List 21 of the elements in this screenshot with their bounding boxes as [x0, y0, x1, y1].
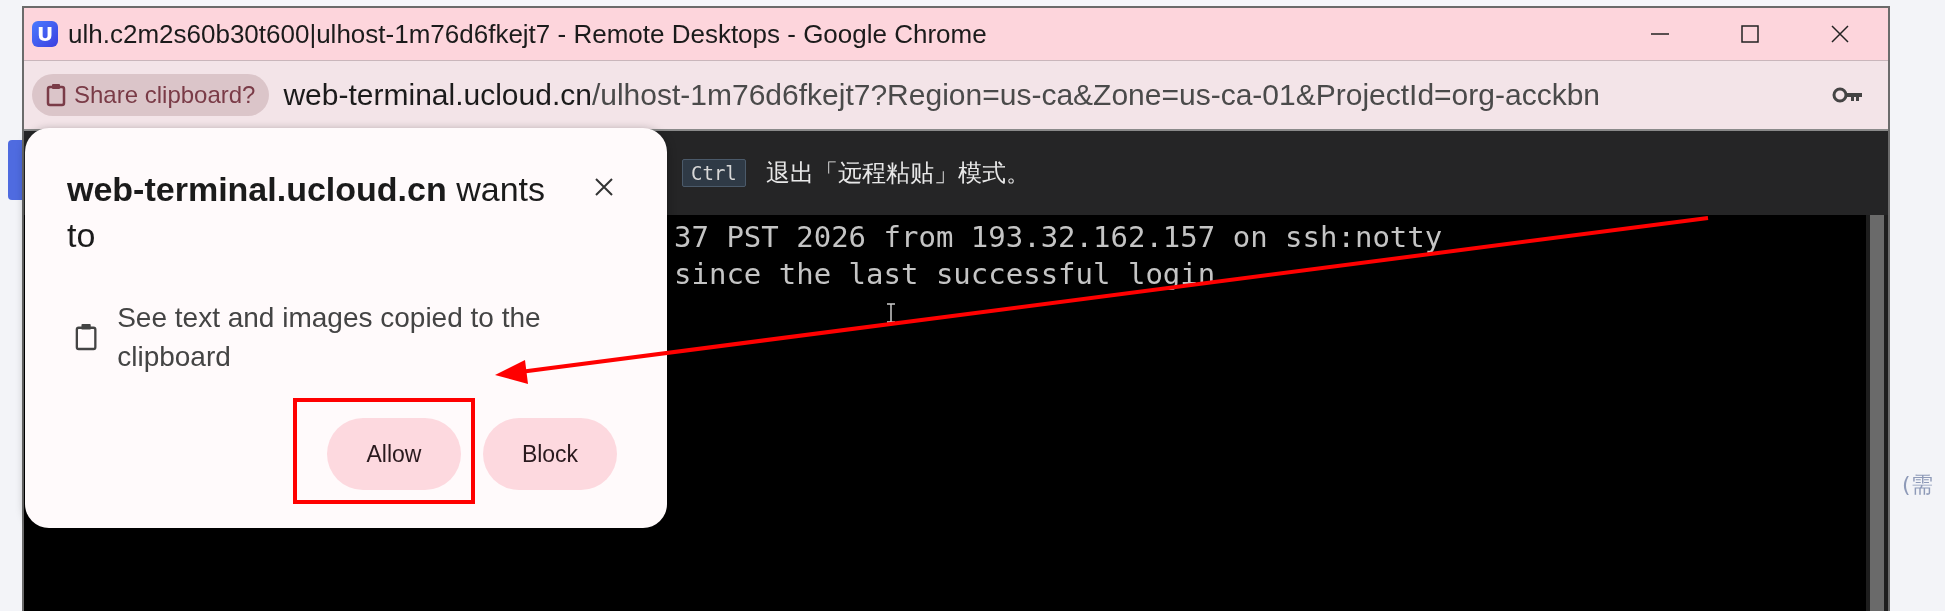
window-title: ulh.c2m2s60b30t600|ulhost-1m76d6fkejt7 - Remote Desktops - Google Chrome [68, 18, 988, 50]
clipboard-icon [46, 83, 66, 107]
url-text[interactable]: web-terminal.ucloud.cn/ulhost-1m76d6fkejt7?Region=us-ca&Zone=us-ca-01&ProjectId=org-acckbn [283, 78, 1818, 112]
terminal-line: 37 PST 2026 from 193.32.162.157 on ssh:notty [674, 219, 1444, 256]
ctrl-key: Ctrl [682, 159, 746, 187]
background-text: (需 [1901, 471, 1934, 499]
maximize-icon [1740, 24, 1760, 44]
app-icon: U [32, 21, 58, 47]
text-cursor-icon [886, 303, 896, 323]
popup-button[interactable]: Allow [327, 418, 461, 490]
permission-text: See text and images copied to the clipboard [117, 301, 542, 374]
scrollbar-thumb[interactable] [1870, 215, 1884, 611]
clipboard-icon [75, 322, 98, 352]
key-icon[interactable] [1832, 86, 1864, 104]
popup-title: web-terminal.ucloud.cn wants to [67, 169, 546, 256]
paste-mode-hint: 退出「远程粘贴」模式。 [765, 158, 1030, 189]
close-icon [595, 178, 613, 196]
share-clipboard-chip[interactable]: Share clipboard? [32, 74, 270, 116]
popup-button[interactable]: Block [483, 418, 617, 490]
minimize-icon [1650, 33, 1670, 35]
close-icon [1830, 24, 1850, 44]
